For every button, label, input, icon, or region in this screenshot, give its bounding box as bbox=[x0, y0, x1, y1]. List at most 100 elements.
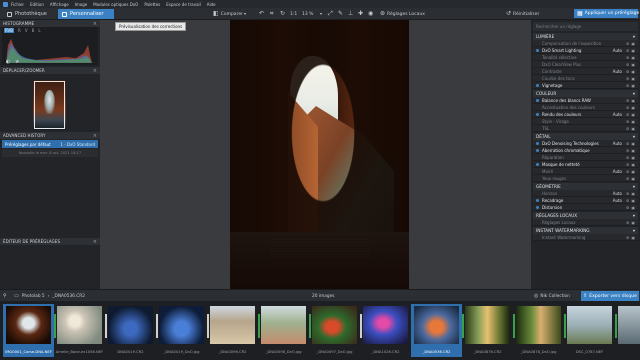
film-thumbnail[interactable]: _DNA0098_DxO.jpg bbox=[258, 304, 309, 357]
setting-row[interactable]: Courbe des tons ⚙ ▣ bbox=[533, 75, 638, 82]
gear-icon[interactable]: ⚙ bbox=[626, 69, 629, 74]
history-header[interactable]: ADVANCED HISTORY × bbox=[0, 132, 100, 139]
film-thumbnail[interactable]: _DNA0096.CR2 bbox=[207, 304, 258, 357]
gear-icon[interactable]: ⚙ bbox=[626, 83, 629, 88]
chevron-down-icon[interactable]: ▾ bbox=[633, 134, 635, 139]
film-thumbnail[interactable]: DNA0019.CR2 bbox=[105, 304, 156, 357]
toggle-icon[interactable]: ▣ bbox=[631, 112, 635, 117]
gear-icon[interactable]: ⚙ bbox=[626, 176, 629, 181]
search-input[interactable]: Rechercher un réglage bbox=[533, 22, 638, 31]
section-header[interactable]: RÉGLAGES LOCAUX ▾ bbox=[533, 212, 638, 219]
film-thumbnail[interactable]: _DNA0536.CR2 bbox=[411, 304, 462, 357]
film-thumbnail[interactable] bbox=[615, 304, 640, 357]
section-header[interactable]: LUMIÈRE ▾ bbox=[533, 33, 638, 40]
toggle-icon[interactable]: ▣ bbox=[631, 105, 635, 110]
fit-screen-icon[interactable]: ⤢ bbox=[328, 10, 333, 18]
menu-fichier[interactable]: Fichier bbox=[11, 2, 24, 7]
setting-row[interactable]: Rendu des couleurs Auto ⚙ ▣ bbox=[533, 111, 638, 118]
gear-icon[interactable]: ⚙ bbox=[626, 119, 629, 124]
crop-icon[interactable]: ⌗ bbox=[270, 10, 273, 18]
setting-row[interactable]: Recadrage Auto ⚙ ▣ bbox=[533, 197, 638, 204]
setting-row[interactable]: Réglages Locaux ⚙ ▣ bbox=[533, 219, 638, 226]
film-thumbnail[interactable]: _DNA0097_DxO.jpg bbox=[309, 304, 360, 357]
toggle-icon[interactable]: ▣ bbox=[631, 83, 635, 88]
setting-row[interactable]: DxO Denoising Technologies Auto ⚙ ▣ bbox=[533, 140, 638, 147]
section-header[interactable]: COULEUR ▾ bbox=[533, 90, 638, 97]
navigator-viewport-frame[interactable] bbox=[34, 81, 65, 129]
navigator-header[interactable]: DÉPLACER/ZOOMER × bbox=[0, 67, 100, 74]
breadcrumb-file[interactable]: _DNA0536.CR2 bbox=[52, 294, 85, 299]
gear-icon[interactable]: ⚙ bbox=[626, 155, 629, 160]
film-thumbnail[interactable]: DSC_0787.NEF bbox=[564, 304, 615, 357]
section-header[interactable]: INSTANT WATERMARKING ▾ bbox=[533, 227, 638, 234]
menu-modules-optiques[interactable]: Modules optiques DxO bbox=[93, 2, 138, 7]
nik-collection-button[interactable]: ◎ Nik Collection bbox=[534, 292, 570, 300]
menu-espace-de-travail[interactable]: Espace de travail bbox=[166, 2, 201, 7]
close-icon[interactable]: × bbox=[93, 133, 97, 139]
gear-icon[interactable]: ⚙ bbox=[626, 48, 629, 53]
menu-aide[interactable]: Aide bbox=[207, 2, 216, 7]
toggle-icon[interactable]: ▣ bbox=[631, 98, 635, 103]
setting-row[interactable]: Moiré Auto ⚙ ▣ bbox=[533, 168, 638, 175]
preset-editor-header[interactable]: ÉDITEUR DE PRÉRÉGLAGES × bbox=[0, 238, 100, 245]
toggle-icon[interactable]: ▣ bbox=[631, 76, 635, 81]
menu-palettes[interactable]: Palettes bbox=[144, 2, 160, 7]
close-icon[interactable]: × bbox=[93, 21, 97, 27]
setting-row[interactable]: Distorsion ⚙ ▣ bbox=[533, 204, 638, 211]
menu-edition[interactable]: Edition bbox=[30, 2, 44, 7]
section-header[interactable]: DÉTAIL ▾ bbox=[533, 133, 638, 140]
toggle-icon[interactable]: ▣ bbox=[631, 162, 635, 167]
menu-affichage[interactable]: Affichage bbox=[50, 2, 69, 7]
setting-row[interactable]: DxO Smart Lighting Auto ⚙ ▣ bbox=[533, 47, 638, 54]
image-viewer[interactable] bbox=[100, 20, 531, 289]
zoom-chevron-down-icon[interactable]: ▾ bbox=[320, 10, 322, 18]
gear-icon[interactable]: ⚙ bbox=[626, 105, 629, 110]
gear-icon[interactable]: ⚙ bbox=[626, 191, 629, 196]
chevron-down-icon[interactable]: ▾ bbox=[633, 91, 635, 96]
setting-row[interactable]: Horizon Auto ⚙ ▣ bbox=[533, 190, 638, 197]
rotate-icon[interactable]: ↻ bbox=[280, 10, 285, 18]
channel-r[interactable]: R bbox=[18, 28, 21, 33]
breadcrumb-folder[interactable]: Photolab 5 bbox=[22, 294, 45, 299]
toggle-icon[interactable]: ▣ bbox=[631, 41, 635, 46]
auto-label[interactable]: Auto bbox=[613, 141, 622, 146]
auto-label[interactable]: Auto bbox=[613, 191, 622, 196]
channel-b[interactable]: B bbox=[32, 28, 35, 33]
channel-v[interactable]: V bbox=[25, 28, 28, 33]
setting-row[interactable]: Aberration chromatique ⚙ ▣ bbox=[533, 147, 638, 154]
gear-icon[interactable]: ⚙ bbox=[626, 55, 629, 60]
close-icon[interactable]: × bbox=[93, 239, 97, 245]
clip-shadow-icon[interactable]: ◐ bbox=[6, 58, 10, 66]
film-thumbnail[interactable]: _DNA0019_DxO.jpg bbox=[156, 304, 207, 357]
setting-row[interactable]: Balance des blancs RAW ⚙ ▣ bbox=[533, 97, 638, 104]
repair-icon[interactable]: ✚ bbox=[358, 10, 363, 18]
toggle-icon[interactable]: ▣ bbox=[631, 119, 635, 124]
setting-row[interactable]: DxO ClearView Plus ⚙ ▣ bbox=[533, 61, 638, 68]
film-thumbnail[interactable]: _DNA1026.CR2 bbox=[360, 304, 411, 357]
reset-button[interactable]: ↺ Réinitialiser bbox=[506, 10, 539, 18]
apply-preset-button[interactable]: ▦ Appliquer un préréglage bbox=[574, 9, 639, 18]
gear-icon[interactable]: ⚙ bbox=[626, 235, 629, 240]
gear-icon[interactable]: ⚙ bbox=[626, 148, 629, 153]
chevron-down-icon[interactable]: ▾ bbox=[633, 184, 635, 189]
gear-icon[interactable]: ⚙ bbox=[626, 41, 629, 46]
chevron-down-icon[interactable]: ▾ bbox=[633, 213, 635, 218]
gear-icon[interactable]: ⚙ bbox=[626, 76, 629, 81]
toggle-icon[interactable]: ▣ bbox=[631, 126, 635, 131]
undo-icon[interactable]: ↶ bbox=[259, 10, 264, 18]
toggle-icon[interactable]: ▣ bbox=[631, 169, 635, 174]
gear-icon[interactable]: ⚙ bbox=[626, 62, 629, 67]
gear-icon[interactable]: ⚙ bbox=[626, 198, 629, 203]
toggle-icon[interactable]: ▣ bbox=[631, 69, 635, 74]
setting-row[interactable]: Réparation ⚙ ▣ bbox=[533, 154, 638, 161]
chevron-down-icon[interactable]: ▾ bbox=[633, 228, 635, 233]
filter-icon[interactable]: ⚲ bbox=[3, 292, 7, 300]
main-photo[interactable] bbox=[230, 20, 409, 289]
setting-row[interactable]: Style - Virage ⚙ ▣ bbox=[533, 118, 638, 125]
tab-phototheque[interactable]: Photothèque bbox=[3, 9, 57, 19]
history-item[interactable]: Préréglages par défaut 1 - DxO Standard bbox=[2, 140, 98, 148]
tab-personnaliser[interactable]: Personnaliser bbox=[58, 9, 114, 19]
clip-highlight-icon[interactable]: ★ bbox=[15, 58, 19, 66]
section-header[interactable]: GÉOMÉTRIE ▾ bbox=[533, 183, 638, 190]
film-thumbnail[interactable]: IMG0001_Corse-DNA.NEF bbox=[3, 304, 54, 357]
